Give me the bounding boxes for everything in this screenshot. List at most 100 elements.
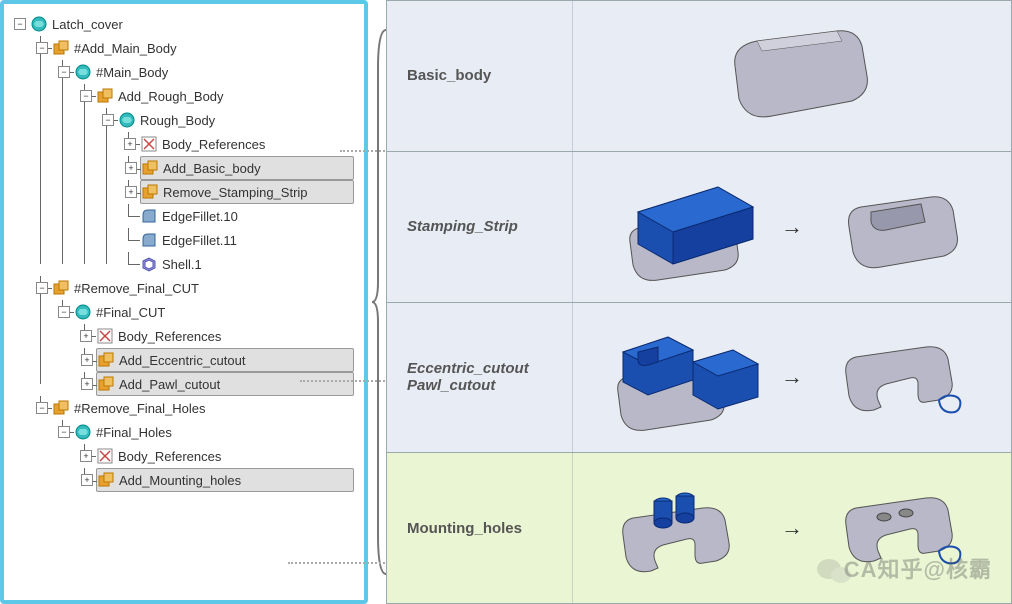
- tree-node-main-body[interactable]: #Main_Body: [74, 60, 358, 84]
- tree-node-root[interactable]: Latch_cover: [30, 12, 358, 36]
- toggle-icon[interactable]: [80, 90, 92, 102]
- toggle-icon[interactable]: [36, 402, 48, 414]
- fillet-icon: [140, 207, 158, 225]
- feature-tree-panel: Latch_cover #Add_Main_Body: [0, 0, 368, 604]
- tree-node-add-mount[interactable]: Add_Mounting_holes: [96, 468, 354, 492]
- stage-stamping-strip: Stamping_Strip →: [387, 152, 1011, 303]
- node-label: #Remove_Final_CUT: [74, 281, 199, 296]
- node-label: EdgeFillet.10: [162, 209, 238, 224]
- toggle-icon[interactable]: [58, 306, 70, 318]
- brace-icon: [372, 28, 388, 576]
- body-op-icon: [97, 351, 115, 369]
- toggle-icon[interactable]: [124, 138, 136, 150]
- tree-node-body-refs2[interactable]: Body_References: [96, 324, 358, 348]
- tree-node-fillet11[interactable]: EdgeFillet.11: [140, 228, 358, 252]
- body-op-icon: [52, 399, 70, 417]
- node-label: Add_Rough_Body: [118, 89, 224, 104]
- tree-node-remove-final-holes[interactable]: #Remove_Final_Holes: [52, 396, 358, 420]
- connector-line: [340, 150, 385, 152]
- node-label: Add_Mounting_holes: [119, 473, 241, 488]
- node-label: Body_References: [118, 449, 221, 464]
- stage-label: Eccentric_cutout Pawl_cutout: [387, 303, 573, 453]
- body-op-icon: [52, 279, 70, 297]
- stage-label: Basic_body: [387, 1, 573, 151]
- tree-node-rough-body[interactable]: Rough_Body: [118, 108, 358, 132]
- shape-stamp-before: [585, 167, 781, 287]
- shape-stamp-after: [803, 172, 999, 282]
- part-icon: [30, 15, 48, 33]
- node-label: Latch_cover: [52, 17, 123, 32]
- tree-node-add-main[interactable]: #Add_Main_Body: [52, 36, 358, 60]
- stage-title-b: Pawl_cutout: [407, 377, 572, 394]
- stage-mounting-holes: Mounting_holes →: [387, 453, 1011, 603]
- tree-node-add-basic[interactable]: Add_Basic_body: [140, 156, 354, 180]
- arrow-icon: →: [781, 364, 803, 390]
- stage-cutouts: Eccentric_cutout Pawl_cutout: [387, 303, 1011, 454]
- tree-node-body-refs[interactable]: Body_References: [140, 132, 358, 156]
- body-op-icon: [141, 159, 159, 177]
- stage-title-a: Eccentric_cutout: [407, 360, 572, 377]
- node-label: Add_Pawl_cutout: [119, 377, 220, 392]
- tree-node-add-pawl[interactable]: Add_Pawl_cutout: [96, 372, 354, 396]
- toggle-icon[interactable]: [81, 354, 93, 366]
- node-label: Body_References: [118, 329, 221, 344]
- toggle-icon[interactable]: [102, 114, 114, 126]
- toggle-icon[interactable]: [58, 426, 70, 438]
- toggle-icon[interactable]: [125, 186, 137, 198]
- toggle-icon[interactable]: [36, 282, 48, 294]
- node-label: #Add_Main_Body: [74, 41, 177, 56]
- stage-title: Basic_body: [407, 67, 572, 84]
- references-icon: [140, 135, 158, 153]
- node-label: Rough_Body: [140, 113, 215, 128]
- stage-basic-body: Basic_body: [387, 1, 1011, 152]
- tree-node-shell1[interactable]: Shell.1: [140, 252, 358, 276]
- stage-label: Stamping_Strip: [387, 152, 573, 302]
- tree-node-fillet10[interactable]: EdgeFillet.10: [140, 204, 358, 228]
- tree-node-body-refs3[interactable]: Body_References: [96, 444, 358, 468]
- stage-visual: →: [573, 303, 1011, 453]
- connector-line: [300, 380, 385, 382]
- toggle-icon[interactable]: [36, 42, 48, 54]
- node-label: #Final_Holes: [96, 425, 172, 440]
- part-icon: [118, 111, 136, 129]
- toggle-icon[interactable]: [58, 66, 70, 78]
- node-label: Add_Eccentric_cutout: [119, 353, 245, 368]
- connector-line: [288, 562, 385, 564]
- node-label: Add_Basic_body: [163, 161, 261, 176]
- tree-node-final-cut[interactable]: #Final_CUT: [74, 300, 358, 324]
- feature-tree[interactable]: Latch_cover #Add_Main_Body: [10, 12, 358, 492]
- wechat-icon: [816, 556, 852, 586]
- toggle-icon[interactable]: [81, 378, 93, 390]
- toggle-icon[interactable]: [80, 450, 92, 462]
- shape-cutout-after: [803, 322, 999, 432]
- stage-title: Mounting_holes: [407, 520, 572, 537]
- stage-title: Stamping_Strip: [407, 218, 572, 235]
- tree-node-add-rough[interactable]: Add_Rough_Body: [96, 84, 358, 108]
- stage-visual: [573, 1, 1011, 151]
- node-label: #Final_CUT: [96, 305, 165, 320]
- node-label: #Main_Body: [96, 65, 168, 80]
- body-op-icon: [141, 183, 159, 201]
- shape-cutout-before: [585, 312, 781, 442]
- toggle-icon[interactable]: [80, 330, 92, 342]
- body-op-icon: [52, 39, 70, 57]
- toggle-icon[interactable]: [14, 18, 26, 30]
- tree-node-final-holes[interactable]: #Final_Holes: [74, 420, 358, 444]
- body-op-icon: [97, 471, 115, 489]
- part-icon: [74, 303, 92, 321]
- toggle-icon[interactable]: [125, 162, 137, 174]
- node-label: EdgeFillet.11: [162, 233, 237, 248]
- toggle-icon[interactable]: [81, 474, 93, 486]
- stage-label: Mounting_holes: [387, 453, 573, 603]
- references-icon: [96, 447, 114, 465]
- node-label: Body_References: [162, 137, 265, 152]
- shell-icon: [140, 255, 158, 273]
- references-icon: [96, 327, 114, 345]
- tree-node-add-ecc[interactable]: Add_Eccentric_cutout: [96, 348, 354, 372]
- tree-node-remove-stamp[interactable]: Remove_Stamping_Strip: [140, 180, 354, 204]
- shape-basic-body: [585, 21, 999, 131]
- stage-visual: →: [573, 152, 1011, 302]
- body-op-icon: [96, 87, 114, 105]
- tree-node-remove-final-cut[interactable]: #Remove_Final_CUT: [52, 276, 358, 300]
- shape-holes-before: [585, 468, 781, 588]
